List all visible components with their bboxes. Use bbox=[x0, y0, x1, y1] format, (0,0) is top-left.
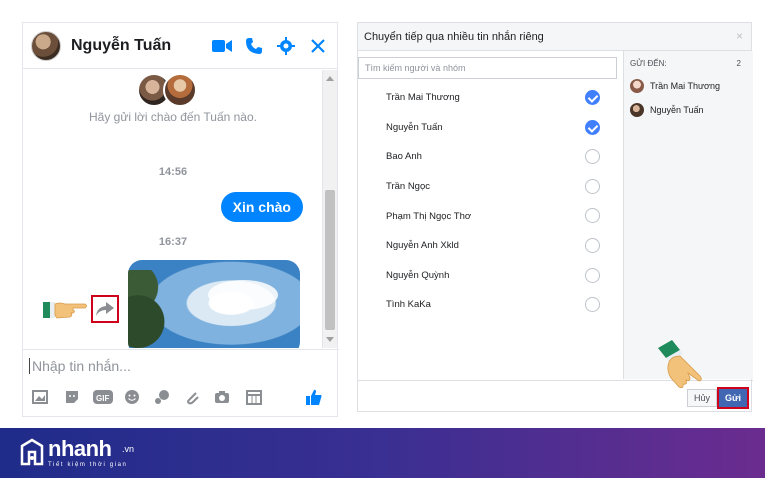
recipient-item[interactable]: Nguyễn Tuấn bbox=[630, 103, 704, 117]
gear-icon[interactable] bbox=[275, 35, 297, 57]
emoji-icon[interactable] bbox=[123, 388, 141, 406]
image-icon[interactable] bbox=[31, 388, 49, 406]
svg-text:GIF: GIF bbox=[96, 394, 109, 403]
forward-button[interactable] bbox=[91, 295, 119, 323]
photo-content bbox=[128, 270, 178, 348]
timestamp: 16:37 bbox=[158, 236, 188, 248]
scrollbar[interactable] bbox=[322, 70, 337, 348]
thumbs-up-icon[interactable] bbox=[305, 388, 323, 406]
recipients-panel: GỬI ĐẾN: 2 Trần Mai Thương Nguyễn Tuấn bbox=[623, 51, 753, 379]
composer: Nhập tin nhắn... GIF bbox=[23, 349, 339, 417]
contact-row[interactable]: Nguyễn Tuấn bbox=[358, 113, 620, 143]
sticker-icon[interactable] bbox=[63, 388, 81, 406]
game-icon[interactable] bbox=[153, 388, 171, 406]
pointing-hand-icon bbox=[43, 298, 89, 320]
brand-banner: nhanh .vn Tiết kiệm thời gian bbox=[0, 428, 765, 478]
timestamp: 14:56 bbox=[158, 166, 188, 178]
unchecked-radio-icon[interactable] bbox=[585, 237, 600, 253]
recipient-name: Nguyễn Tuấn bbox=[650, 105, 704, 115]
contact-list: Trần Mai Thương Nguyễn Tuấn Bao Anh Trần Ng… bbox=[358, 83, 620, 320]
checked-radio-icon[interactable] bbox=[585, 119, 600, 135]
scroll-down-arrow-icon[interactable] bbox=[326, 337, 334, 342]
unchecked-radio-icon[interactable] bbox=[585, 297, 600, 313]
chat-window: Nguyễn Tuấn Hãy gửi lời chào đến Tuấn nà… bbox=[22, 22, 339, 417]
avatar bbox=[163, 73, 197, 107]
photo-content bbox=[208, 280, 278, 310]
calendar-icon[interactable] bbox=[245, 388, 263, 406]
recipient-name: Trần Mai Thương bbox=[650, 81, 720, 91]
contact-row[interactable]: Trần Ngọc bbox=[358, 172, 620, 202]
unchecked-radio-icon[interactable] bbox=[585, 267, 600, 283]
contact-name: Trần Mai Thương bbox=[386, 92, 460, 104]
brand-slogan: Tiết kiệm thời gian bbox=[48, 462, 128, 468]
contact-name: Trần Ngọc bbox=[386, 181, 430, 193]
gif-icon[interactable]: GIF bbox=[93, 388, 113, 406]
checked-radio-icon[interactable] bbox=[585, 90, 600, 105]
tutorial-screenshot: Nguyễn Tuấn Hãy gửi lời chào đến Tuấn nà… bbox=[0, 0, 765, 478]
shared-photo[interactable] bbox=[128, 260, 300, 348]
recipient-count: 2 bbox=[736, 59, 741, 68]
close-icon[interactable] bbox=[307, 35, 329, 57]
scroll-up-arrow-icon[interactable] bbox=[326, 76, 334, 81]
avatar bbox=[630, 103, 644, 117]
share-icon bbox=[96, 302, 114, 316]
logo-icon bbox=[20, 438, 44, 466]
unchecked-radio-icon[interactable] bbox=[585, 208, 600, 224]
brand-name: nhanh bbox=[48, 436, 112, 461]
attach-icon[interactable] bbox=[183, 388, 201, 406]
unchecked-radio-icon[interactable] bbox=[585, 149, 600, 165]
contact-name: Nguyễn Tuấn bbox=[386, 121, 443, 133]
message-thread: Hãy gửi lời chào đến Tuấn nào. 14:56 Xin… bbox=[23, 70, 323, 348]
contact-row[interactable]: Bao Anh bbox=[358, 142, 620, 172]
contact-row[interactable]: Nguyễn Anh Xkld bbox=[358, 231, 620, 261]
contact-name: Tình KaKa bbox=[386, 299, 431, 311]
contact-name: Nguyễn Quỳnh bbox=[386, 269, 450, 281]
contact-row[interactable]: Trần Mai Thương bbox=[358, 83, 620, 113]
dialog-title: Chuyển tiếp qua nhiều tin nhắn riêng bbox=[358, 23, 751, 51]
contact-name: Bao Anh bbox=[386, 151, 422, 163]
contact-row[interactable]: Tình KaKa bbox=[358, 290, 620, 320]
avatar[interactable] bbox=[31, 30, 61, 61]
close-icon[interactable]: × bbox=[736, 29, 743, 43]
message-bubble[interactable]: Xin chào bbox=[220, 192, 303, 222]
contact-name[interactable]: Nguyễn Tuấn bbox=[71, 37, 201, 55]
avatar bbox=[630, 79, 644, 93]
brand-tld: .vn bbox=[122, 444, 135, 454]
contact-row[interactable]: Phạm Thị Ngọc Thơ bbox=[358, 201, 620, 231]
participant-avatars bbox=[133, 73, 203, 109]
greeting-text: Hãy gửi lời chào đến Tuấn nào. bbox=[88, 110, 257, 124]
cancel-button[interactable]: Hủy bbox=[686, 389, 717, 407]
video-icon[interactable] bbox=[211, 35, 233, 57]
unchecked-radio-icon[interactable] bbox=[585, 178, 600, 194]
recipient-item[interactable]: Trần Mai Thương bbox=[630, 79, 720, 93]
camera-icon[interactable] bbox=[213, 388, 231, 406]
send-button[interactable]: Gửi bbox=[717, 387, 749, 409]
message-input[interactable]: Nhập tin nhắn... bbox=[29, 358, 131, 374]
phone-icon[interactable] bbox=[243, 35, 265, 57]
contact-name: Phạm Thị Ngọc Thơ bbox=[386, 210, 472, 222]
chat-header: Nguyễn Tuấn bbox=[23, 23, 337, 69]
scroll-thumb[interactable] bbox=[325, 190, 335, 330]
contact-row[interactable]: Nguyễn Quỳnh bbox=[358, 261, 620, 291]
send-to-label: GỬI ĐẾN: bbox=[630, 59, 667, 68]
pointing-hand-icon bbox=[650, 340, 710, 390]
search-input[interactable]: Tìm kiếm người và nhóm bbox=[358, 57, 617, 79]
contact-name: Nguyễn Anh Xkld bbox=[386, 240, 459, 252]
